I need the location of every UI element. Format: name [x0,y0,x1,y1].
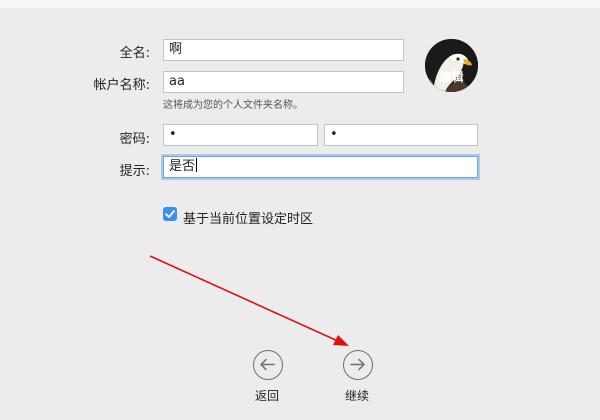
back-button-label[interactable]: 返回 [255,387,279,404]
back-button[interactable] [253,350,283,380]
arrow-left-icon [260,358,275,371]
continue-button-label[interactable]: 继续 [345,387,369,404]
continue-button[interactable] [343,350,373,380]
annotation-arrow-icon [149,255,349,346]
arrow-right-icon [350,358,365,371]
